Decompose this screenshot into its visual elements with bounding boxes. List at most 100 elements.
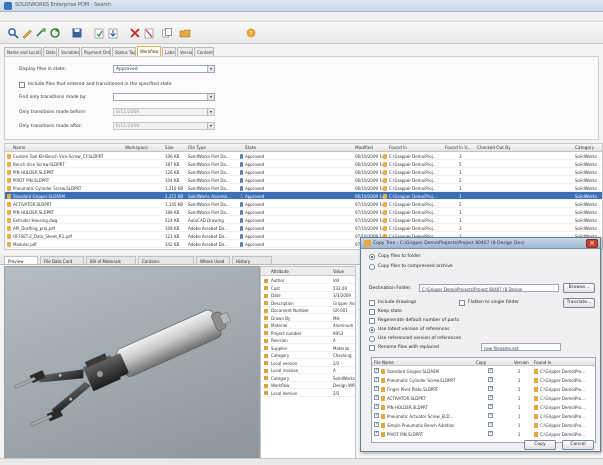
include-file-checkbox[interactable] bbox=[374, 367, 379, 373]
tab-variables[interactable]: Variables bbox=[58, 47, 80, 56]
copy-checkbox[interactable] bbox=[488, 385, 493, 391]
tab-date[interactable]: Date bbox=[43, 47, 57, 56]
column-header[interactable]: Checked Out By bbox=[477, 145, 572, 150]
file-list-row[interactable]: Pneumatic Actuator Screw_ELD... 1 C:\Gripp… bbox=[372, 412, 595, 420]
file-list-row[interactable]: Simple Pneumatic Bench Addition 1 C:\Gripp… bbox=[372, 421, 595, 429]
column-header[interactable]: File Type bbox=[188, 145, 243, 150]
result-row[interactable]: Standard Gripper.SLDASM 2,215 KB SolidWork… bbox=[5, 192, 602, 200]
tab-label[interactable]: Label bbox=[162, 47, 176, 56]
checkin-toolbar-button[interactable] bbox=[106, 26, 120, 40]
tab-content[interactable]: Content bbox=[194, 47, 214, 56]
copy-checkbox[interactable] bbox=[488, 403, 493, 409]
include-file-checkbox[interactable] bbox=[374, 376, 379, 382]
file-list-row[interactable]: Standard Gripper.SLDASM 2 C:\Gripper Demo\… bbox=[372, 367, 595, 375]
column-header[interactable]: Found In V... bbox=[445, 145, 475, 150]
file-list-row[interactable]: PIVOT PIN.SLDPRT 1 C:\Gripper Demo\Pro... bbox=[372, 430, 595, 438]
result-row[interactable]: API_Drafting_proj.pdf 108 KB Adobe Acrobat… bbox=[5, 224, 602, 232]
file-list-row[interactable]: ACTIVATOR.SLDPRT 1 C:\Gripper Demo\Pro... bbox=[372, 394, 595, 402]
tab-where-used[interactable]: Where Used bbox=[196, 256, 230, 264]
column-header[interactable]: State bbox=[245, 145, 350, 150]
include-drawings-checkbox[interactable] bbox=[369, 300, 375, 306]
translate-button[interactable]: Translate... bbox=[563, 298, 595, 308]
include-file-checkbox[interactable] bbox=[374, 412, 379, 418]
state-select[interactable]: Approved bbox=[113, 65, 215, 73]
keep-state-checkbox[interactable] bbox=[369, 309, 375, 315]
copy-button[interactable]: Copy bbox=[524, 440, 556, 450]
flatten-checkbox[interactable] bbox=[459, 300, 465, 306]
browse-toolbar-button[interactable] bbox=[34, 26, 48, 40]
file-name: PIN HOLDER.SLDPRT bbox=[387, 404, 428, 410]
file-list-column-header[interactable]: Copy bbox=[474, 358, 512, 366]
tab-bill-of-materials[interactable]: Bill of Materials bbox=[86, 256, 136, 264]
property-value: 2/2 bbox=[333, 360, 340, 366]
column-header[interactable]: Name bbox=[13, 145, 123, 150]
tab-file-data-card[interactable]: File Data Card bbox=[40, 256, 84, 264]
checkout-toolbar-button[interactable] bbox=[92, 26, 106, 40]
close-button[interactable]: × bbox=[586, 239, 598, 248]
column-header[interactable]: Category bbox=[575, 145, 602, 150]
column-header[interactable]: Modified bbox=[355, 145, 387, 150]
help-toolbar-button[interactable]: ? bbox=[244, 26, 258, 40]
clear-toolbar-button[interactable] bbox=[142, 26, 156, 40]
tab-workflow[interactable]: Workflow bbox=[137, 46, 161, 56]
referenced-version-radio[interactable] bbox=[369, 336, 375, 342]
file-list-row[interactable]: PIN HOLDER.SLDPRT 1 C:\Gripper Demo\Pro... bbox=[372, 403, 595, 411]
column-header[interactable]: Size bbox=[165, 145, 185, 150]
tab-status-tag[interactable]: Status Tag bbox=[112, 47, 136, 56]
delete-toolbar-button[interactable] bbox=[128, 26, 142, 40]
result-row[interactable]: Custom Tool Kit-Bench Vice Screw_CY.SLDP… bbox=[5, 152, 602, 160]
include-file-checkbox[interactable] bbox=[374, 403, 379, 409]
include-file-checkbox[interactable] bbox=[374, 385, 379, 391]
file-list-row[interactable]: Pneumatic Cylinder Screw.SLDPRT 1 C:\Gripp… bbox=[372, 376, 595, 384]
search-toolbar-button[interactable] bbox=[6, 26, 20, 40]
tab-name-and-location[interactable]: Name and Location bbox=[4, 47, 42, 56]
file-list-column-header[interactable]: File Name bbox=[372, 358, 474, 366]
copy-checkbox[interactable] bbox=[488, 367, 493, 373]
result-row[interactable]: Bench Vice Screw.SLDPRT 187 KB SolidWorks … bbox=[5, 160, 602, 168]
copy-checkbox[interactable] bbox=[488, 430, 493, 436]
cancel-button[interactable]: Cancel bbox=[562, 440, 594, 450]
tab-payment-order[interactable]: Payment Order bbox=[81, 47, 111, 56]
column-header[interactable]: Workspace bbox=[125, 145, 163, 150]
edit-toolbar-button[interactable] bbox=[20, 26, 34, 40]
file-list-column-header[interactable]: Version bbox=[512, 358, 532, 366]
after-date-picker[interactable]: 6/11/2009 bbox=[113, 122, 215, 130]
include-file-checkbox[interactable] bbox=[374, 421, 379, 427]
model-preview[interactable] bbox=[4, 266, 260, 460]
result-row[interactable]: PIN HOLDER.SLDPRT 126 KB SolidWorks Part D… bbox=[5, 168, 602, 176]
result-row[interactable]: PIVOT PIN.SLDPRT 104 KB SolidWorks Part Do… bbox=[5, 176, 602, 184]
result-row[interactable]: ACTIVATOR.SLDPRT 1,145 KB SolidWorks Part … bbox=[5, 200, 602, 208]
copy-to-folder-radio[interactable] bbox=[369, 254, 375, 260]
copy-checkbox[interactable] bbox=[488, 412, 493, 418]
regenerate-checkbox[interactable] bbox=[369, 318, 375, 324]
tab-preview[interactable]: Preview bbox=[4, 256, 38, 264]
copy-checkbox[interactable] bbox=[488, 376, 493, 382]
file-list-row[interactable]: Finger Pivot Plate.SLDPRT 1 C:\Gripper Dem… bbox=[372, 385, 595, 393]
copy-toolbar-button[interactable] bbox=[160, 26, 174, 40]
property-row: Category SolidWorks bbox=[261, 375, 355, 382]
tab-history[interactable]: History bbox=[232, 256, 272, 264]
include-file-checkbox[interactable] bbox=[374, 430, 379, 436]
include-file-checkbox[interactable] bbox=[374, 394, 379, 400]
folder-toolbar-button[interactable] bbox=[178, 26, 192, 40]
copy-checkbox[interactable] bbox=[488, 421, 493, 427]
destination-input[interactable]: C:\Gripper Demo\Projects\Project 80407 (… bbox=[419, 284, 559, 292]
copy-checkbox[interactable] bbox=[488, 394, 493, 400]
refresh-toolbar-button[interactable] bbox=[48, 26, 62, 40]
result-row[interactable]: Pneumatic Cylinder Screw.SLDPRT 1,210 KB S… bbox=[5, 184, 602, 192]
rename-checkbox[interactable] bbox=[369, 345, 375, 351]
browse-button[interactable]: Browse... bbox=[563, 283, 595, 293]
include-transitions-checkbox[interactable] bbox=[19, 82, 25, 88]
file-list-column-header[interactable]: Found In bbox=[532, 358, 595, 366]
latest-version-radio[interactable] bbox=[369, 327, 375, 333]
save-toolbar-button[interactable] bbox=[70, 26, 84, 40]
copy-to-archive-radio[interactable] bbox=[369, 264, 375, 270]
column-header[interactable]: Found In bbox=[389, 145, 444, 150]
rename-input[interactable]: new filename.ext bbox=[481, 343, 561, 351]
tab-version[interactable]: Version bbox=[177, 47, 193, 56]
result-row[interactable]: Extruder Housing.dwg 224 KB AutoCAD Drawin… bbox=[5, 216, 602, 224]
before-date-picker[interactable]: 6/11/2009 bbox=[113, 108, 215, 116]
result-row[interactable]: PIN HOLDER.SLDPRT 188 KB SolidWorks Part D… bbox=[5, 208, 602, 216]
tab-contains[interactable]: Contains bbox=[138, 256, 194, 264]
transition-user-select[interactable] bbox=[113, 93, 215, 101]
